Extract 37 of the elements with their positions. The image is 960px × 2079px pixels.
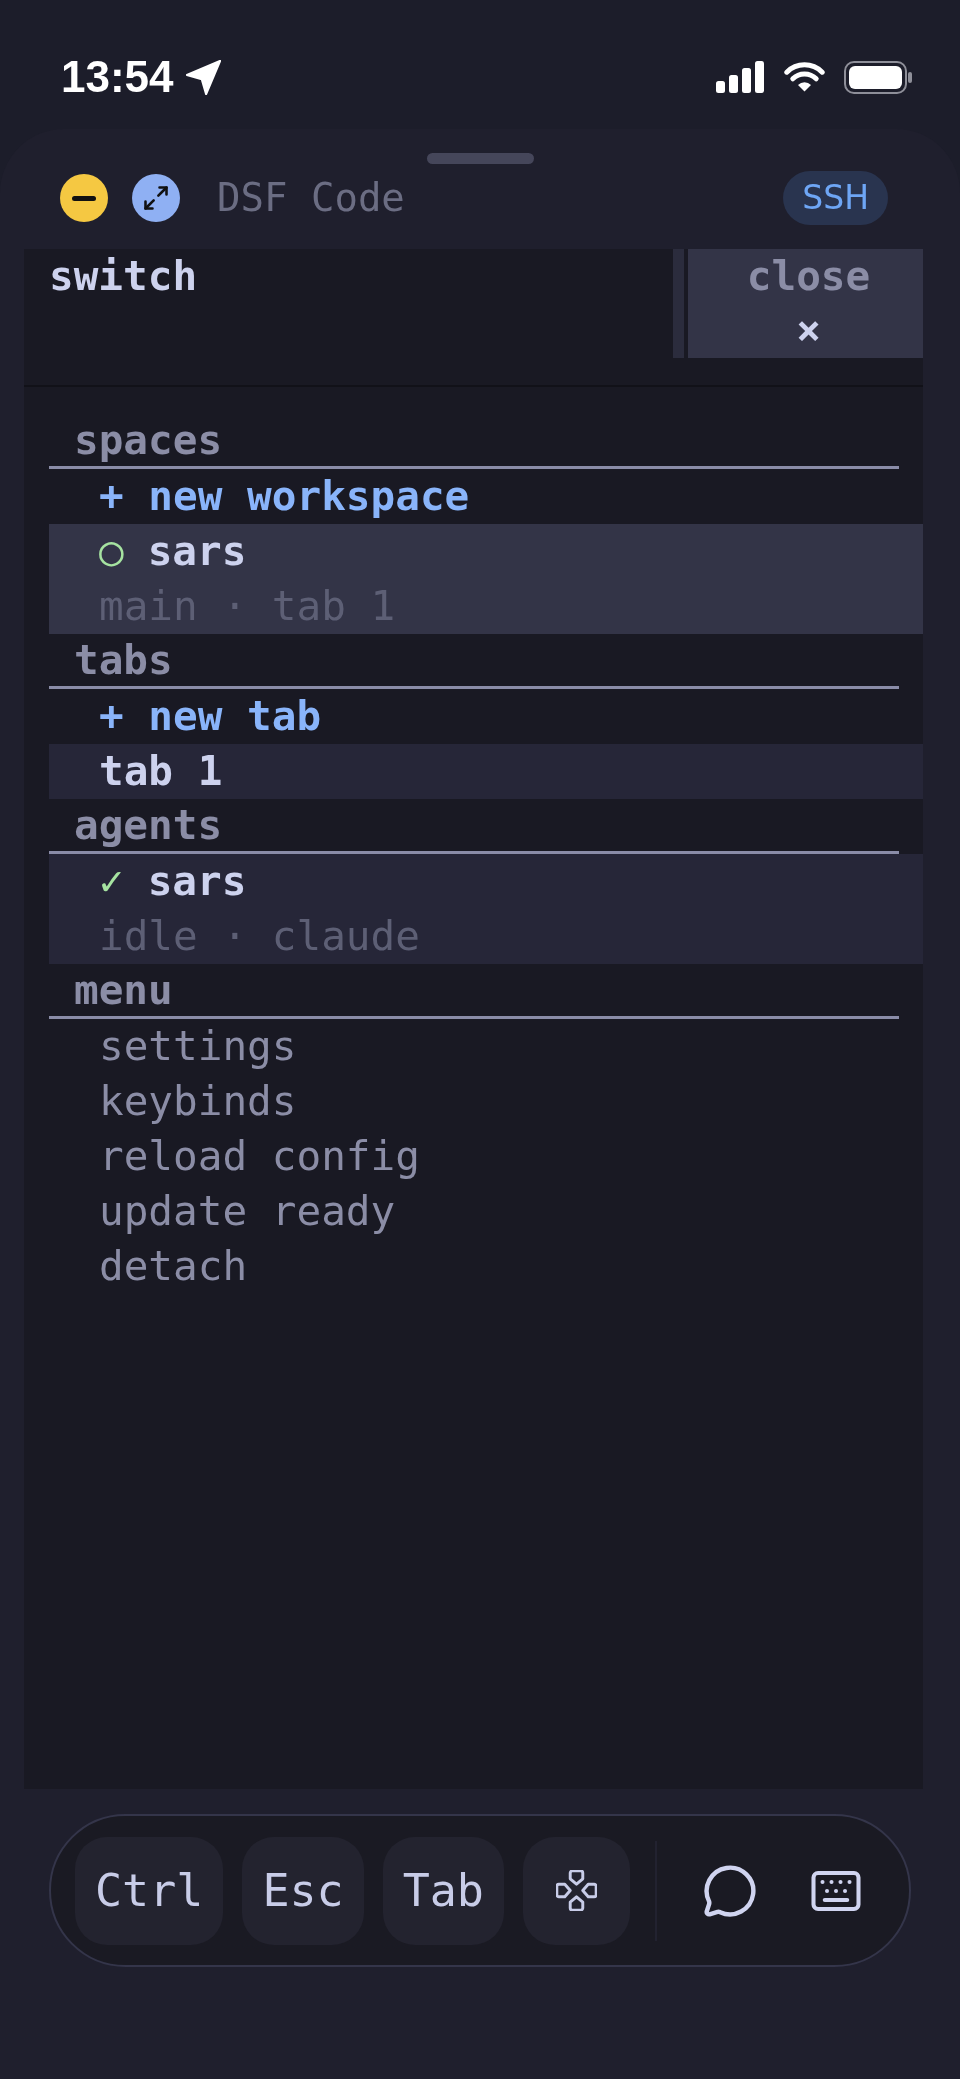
item-label: sars [147,856,247,907]
item-label: sars [147,526,247,577]
battery-icon [844,60,912,94]
section-heading: menu [49,964,899,1019]
add-item[interactable]: + new workspace [49,469,923,524]
signal-icon [716,61,765,93]
menu-item[interactable]: update ready [49,1184,923,1239]
expand-icon [142,184,170,212]
panel-title: switch [49,251,198,302]
wifi-icon [784,62,825,92]
section-heading: spaces [49,414,899,469]
key-button[interactable]: Tab [382,1836,504,1945]
key-button[interactable]: Ctrl [75,1836,224,1945]
minimize-button[interactable] [60,174,108,222]
speech-bubble-icon[interactable] [701,1862,758,1919]
menu-item[interactable]: detach [49,1239,923,1294]
status-icon: ✓ [99,854,124,909]
dpad-icon [555,1870,597,1911]
menu-item[interactable]: settings [49,1019,923,1074]
list-item[interactable]: tab 1 [49,744,923,799]
status-icon: ○ [99,524,124,579]
add-item[interactable]: + new tab [49,689,923,744]
drag-handle[interactable] [426,153,534,164]
status-time: 13:54 [61,54,174,100]
section-heading: tabs [49,634,899,689]
menu-item[interactable]: reload config [49,1129,923,1184]
app-title: DSF Code [217,174,405,222]
minus-icon [72,195,96,201]
dpad-button[interactable] [522,1836,630,1945]
location-arrow-icon [185,59,221,95]
close-button[interactable]: close × [673,249,923,358]
item-detail: idle · claude [99,911,420,962]
list-item[interactable]: ✓ sars idle · claude [49,854,923,964]
key-button[interactable]: Esc [242,1836,364,1945]
menu-item[interactable]: keybinds [49,1074,923,1129]
expand-button[interactable] [132,174,180,222]
connection-badge: SSH [783,171,888,225]
